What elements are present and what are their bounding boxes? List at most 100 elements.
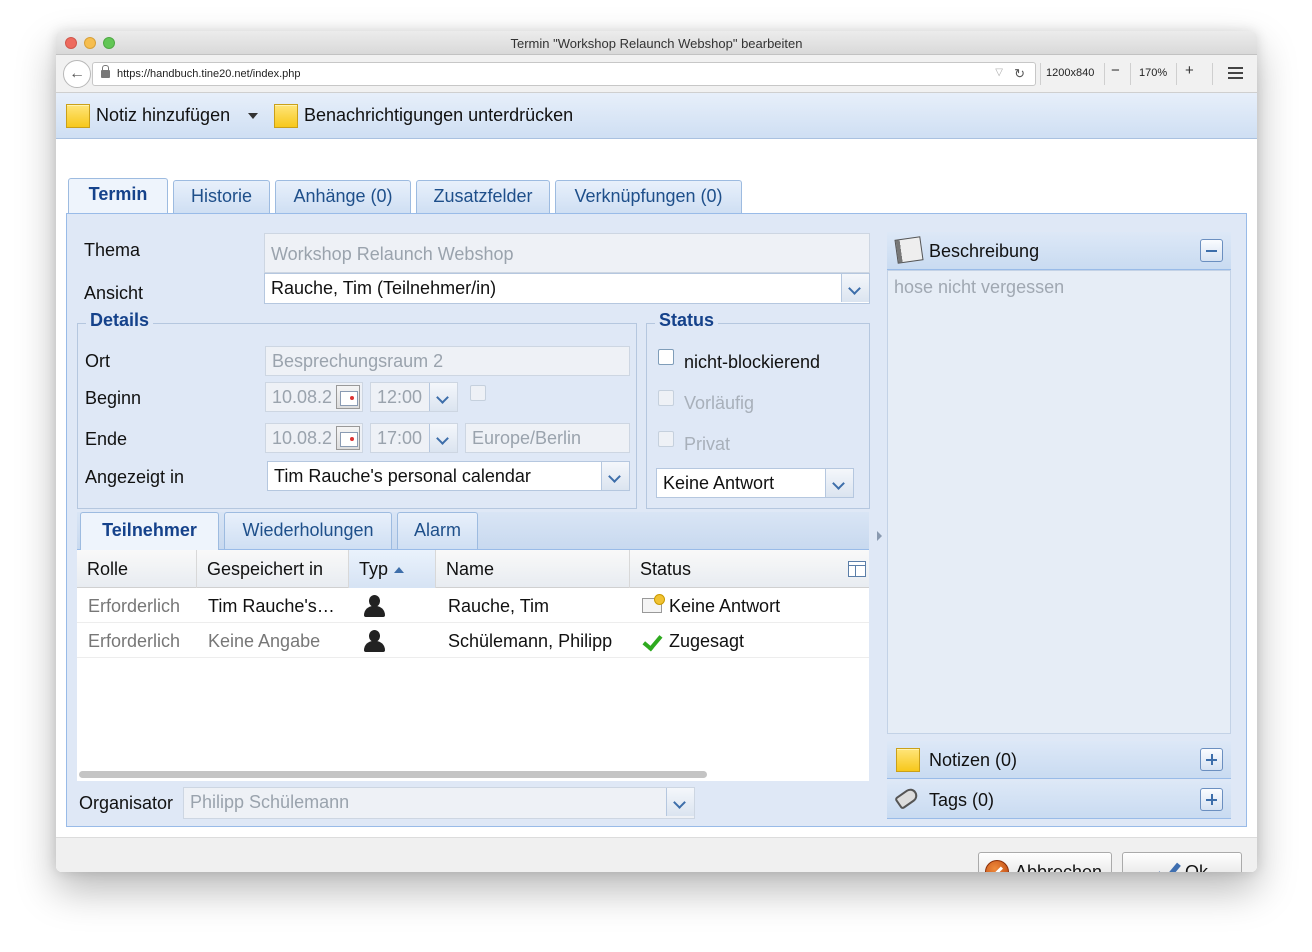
ende-time-input[interactable]: 17:00 [370,423,458,453]
ansicht-select[interactable]: Rauche, Tim (Teilnehmer/in) [264,273,870,304]
status-fieldset: Status nicht-blockierend Vorläufig Priva… [646,310,870,509]
beginn-date-input[interactable]: 10.08.2 [265,382,363,412]
thema-label: Thema [84,240,141,260]
ort-input[interactable]: Besprechungsraum 2 [265,346,630,376]
column-rolle[interactable]: Rolle [77,550,197,588]
ok-button-label: Ok [1185,862,1209,872]
browser-window: Termin "Workshop Relaunch Webshop" bearb… [56,31,1257,872]
collapse-icon[interactable] [1200,239,1223,262]
organizer-row: Organisator Philipp Schülemann [67,781,870,826]
column-gespeichert-in[interactable]: Gespeichert in [197,550,349,588]
attendee-subtabs: Teilnehmer Wiederholungen Alarm [77,512,869,550]
ende-time-value: 17:00 [377,428,423,448]
cell-saved-in: Keine Angabe [208,631,321,651]
checkmark-icon [1154,861,1178,872]
table-row[interactable]: Erforderlich Tim Rauche's… Rauche, Tim K… [77,588,869,623]
notes-panel-header[interactable]: Notizen (0) [887,741,1231,779]
tab-zusatzfelder[interactable]: Zusatzfelder [416,180,550,213]
thema-input[interactable]: Workshop Relaunch Webshop [264,233,870,273]
note-icon [274,104,298,128]
expand-icon[interactable] [1200,748,1223,771]
zoom-out-button[interactable]: − [1111,62,1120,79]
calendar-icon[interactable] [336,426,360,450]
collapse-splitter[interactable] [875,506,885,566]
cell-role: Erforderlich [88,631,181,651]
chevron-down-icon[interactable] [601,462,629,490]
subtab-wiederholungen[interactable]: Wiederholungen [224,512,392,549]
url-dropdown-icon[interactable]: ▽ [995,67,1003,78]
cell-saved-in: Tim Rauche's… [208,596,335,616]
tab-verknuepfungen[interactable]: Verknüpfungen (0) [555,180,742,213]
organizer-value: Philipp Schülemann [190,792,350,812]
tags-title: Tags (0) [929,790,995,810]
private-label: Privat [684,434,731,454]
check-icon [642,632,660,650]
description-panel-header[interactable]: Beschreibung [887,232,1231,270]
tab-anhaenge[interactable]: Anhänge (0) [275,180,411,213]
scrollbar-thumb[interactable] [79,771,707,778]
calendar-icon[interactable] [336,385,360,409]
beginn-time-input[interactable]: 12:00 [370,382,458,412]
beginn-label: Beginn [85,388,142,408]
tags-panel-header[interactable]: Tags (0) [887,781,1231,819]
non-blocking-checkbox[interactable] [658,349,674,365]
tentative-checkbox[interactable] [658,390,674,406]
cell-status: Keine Antwort [669,596,781,616]
back-button[interactable]: ← [63,60,91,88]
subtab-teilnehmer[interactable]: Teilnehmer [80,512,219,550]
column-menu-icon[interactable] [848,561,866,577]
cell-role: Erforderlich [88,596,181,616]
chevron-down-icon[interactable] [666,788,694,816]
cancel-button-label: Abbrechen [1015,862,1103,872]
reload-icon[interactable]: ↻ [1014,66,1025,82]
tab-termin[interactable]: Termin [68,178,168,213]
lock-icon [101,65,110,78]
cell-name: Schülemann, Philipp [448,631,613,651]
column-typ-label: Typ [359,559,389,579]
zoom-in-button[interactable]: + [1185,62,1194,79]
address-field[interactable]: https://handbuch.tine20.net/index.php ▽ … [92,62,1036,86]
chevron-down-icon[interactable] [429,383,457,411]
viewport-size-label: 1200x840 [1046,67,1095,79]
subtab-alarm[interactable]: Alarm [397,512,478,549]
ende-date-input[interactable]: 10.08.2 [265,423,363,453]
description-textarea[interactable]: hose nicht vergessen [887,270,1231,734]
table-row[interactable]: Erforderlich Keine Angabe Schülemann, Ph… [77,623,869,658]
cancel-icon [985,860,1009,872]
add-note-button[interactable]: Notiz hinzufügen [96,105,230,126]
column-name[interactable]: Name [436,550,630,588]
organizer-select[interactable]: Philipp Schülemann [183,787,695,819]
grid-header: Rolle Gespeichert in Typ Name Status [77,550,869,588]
non-blocking-label: nicht-blockierend [684,352,821,372]
ansicht-value: Rauche, Tim (Teilnehmer/in) [271,278,497,298]
response-select[interactable]: Keine Antwort [656,468,854,498]
cancel-button[interactable]: Abbrechen [978,852,1112,872]
column-typ[interactable]: Typ [349,550,436,588]
all-day-checkbox[interactable] [470,385,486,401]
dialog-toolbar: Notiz hinzufügen Benachrichtigungen unte… [56,93,1257,139]
tentative-label: Vorläufig [684,393,755,413]
window-titlebar: Termin "Workshop Relaunch Webshop" bearb… [56,31,1257,55]
details-legend: Details [86,310,154,331]
beginn-time-value: 12:00 [377,387,423,407]
chevron-down-icon[interactable] [429,424,457,452]
dialog-button-bar: Abbrechen Ok [56,837,1257,872]
grid-horizontal-scrollbar[interactable] [77,767,869,781]
column-status[interactable]: Status [630,550,869,588]
ende-label: Ende [85,429,128,449]
chevron-down-icon[interactable] [841,274,869,302]
chevron-down-icon[interactable] [825,469,853,497]
private-checkbox[interactable] [658,431,674,447]
timezone-input[interactable]: Europe/Berlin [465,423,630,453]
urlbar-divider [1104,63,1105,85]
note-icon [66,104,90,128]
chevron-down-icon[interactable] [248,113,258,119]
ok-button[interactable]: Ok [1122,852,1242,872]
description-title: Beschreibung [929,241,1040,261]
browser-urlbar: ← https://handbuch.tine20.net/index.php … [56,55,1257,93]
suppress-notifications-button[interactable]: Benachrichtigungen unterdrücken [304,105,573,126]
menu-icon[interactable] [1228,67,1243,80]
expand-icon[interactable] [1200,788,1223,811]
calendar-select[interactable]: Tim Rauche's personal calendar [267,461,630,491]
tab-historie[interactable]: Historie [173,180,270,213]
